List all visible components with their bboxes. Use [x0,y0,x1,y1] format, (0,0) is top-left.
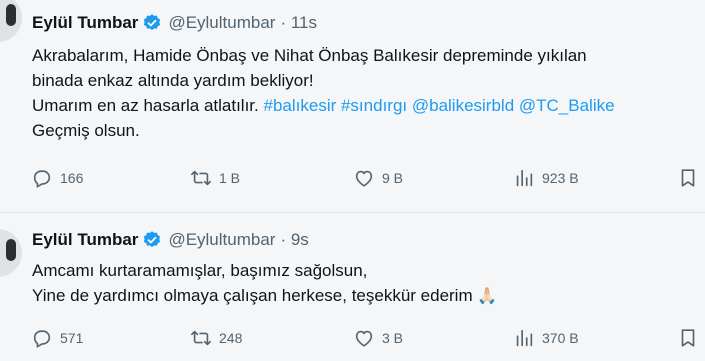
views-button[interactable]: 370 B [513,327,579,349]
hashtag-mention-links[interactable]: #balıkesir #sındırgı @balikesirbld @TC_B… [264,96,615,115]
tweet-timestamp[interactable]: · 9s [280,230,308,250]
views-count: 923 B [542,170,579,186]
tweet-text-fragment: Yine de yardımcı olmaya çalışan herkese,… [32,286,473,305]
verified-badge-icon [144,14,161,31]
author-handle[interactable]: @Eylultumbar [168,13,275,33]
tweet-text-line: Geçmiş olsun. [32,121,140,140]
tweet-actions: 166 1 B 9 B 923 B [0,167,705,197]
retweet-button[interactable]: 248 [190,327,242,349]
tweet-text-line: Yine de yardımcı olmaya çalışan herkese,… [32,283,704,309]
views-button[interactable]: 923 B [513,167,579,189]
like-count: 3 B [382,330,404,346]
tweet-text: Akrabalarım, Hamide Önbaş ve Nihat Önbaş… [32,43,704,143]
bookmark-button[interactable] [677,167,699,189]
views-icon [516,169,533,187]
tweet-actions: 571 248 3 B 370 B [0,327,705,357]
views-count: 370 B [542,330,579,346]
like-button[interactable]: 3 B [353,327,403,349]
retweet-count: 248 [219,330,243,346]
reply-icon [33,330,51,348]
praying-hands-emoji: 🙏🏻 [477,288,498,305]
tweet[interactable]: Eylül Tumbar @Eylultumbar · 11s Akrabala… [0,0,705,212]
author-name[interactable]: Eylül Tumbar [32,230,138,250]
tweet-text-line: Akrabalarım, Hamide Önbaş ve Nihat Önbaş… [32,46,587,65]
retweet-icon [191,170,211,186]
views-icon [516,329,533,347]
retweet-icon [191,330,211,346]
tweet-text-line: Umarım en az hasarla atlatılır. #balıkes… [32,93,704,118]
tweet-text: Amcamı kurtaramamışlar, başımız sağolsun… [32,258,704,309]
tweet-text-line: binada enkaz altında yardım bekliyor! [32,71,314,90]
heart-icon [355,170,373,187]
like-button[interactable]: 9 B [353,167,403,189]
bookmark-icon [681,329,695,347]
reply-count: 166 [60,170,84,186]
reply-button[interactable]: 571 [31,327,83,349]
author-name[interactable]: Eylül Tumbar [32,13,138,33]
avatar[interactable] [0,0,22,42]
tweet-header: Eylül Tumbar @Eylultumbar · 9s [32,230,309,250]
author-handle[interactable]: @Eylultumbar [168,230,275,250]
bookmark-icon [681,169,695,187]
tweet-text-fragment: Umarım en az hasarla atlatılır. [32,96,259,115]
tweet-text-line: Amcamı kurtaramamışlar, başımız sağolsun… [32,261,368,280]
heart-icon [355,330,373,347]
avatar[interactable] [0,229,22,277]
verified-badge-icon [144,231,161,248]
reply-button[interactable]: 166 [31,167,83,189]
reply-count: 571 [60,330,84,346]
like-count: 9 B [382,170,404,186]
bookmark-button[interactable] [677,327,699,349]
retweet-count: 1 B [219,170,241,186]
reply-icon [33,170,51,188]
tweet-header: Eylül Tumbar @Eylultumbar · 11s [32,13,317,33]
retweet-button[interactable]: 1 B [190,167,240,189]
tweet-timestamp[interactable]: · 11s [280,13,317,33]
